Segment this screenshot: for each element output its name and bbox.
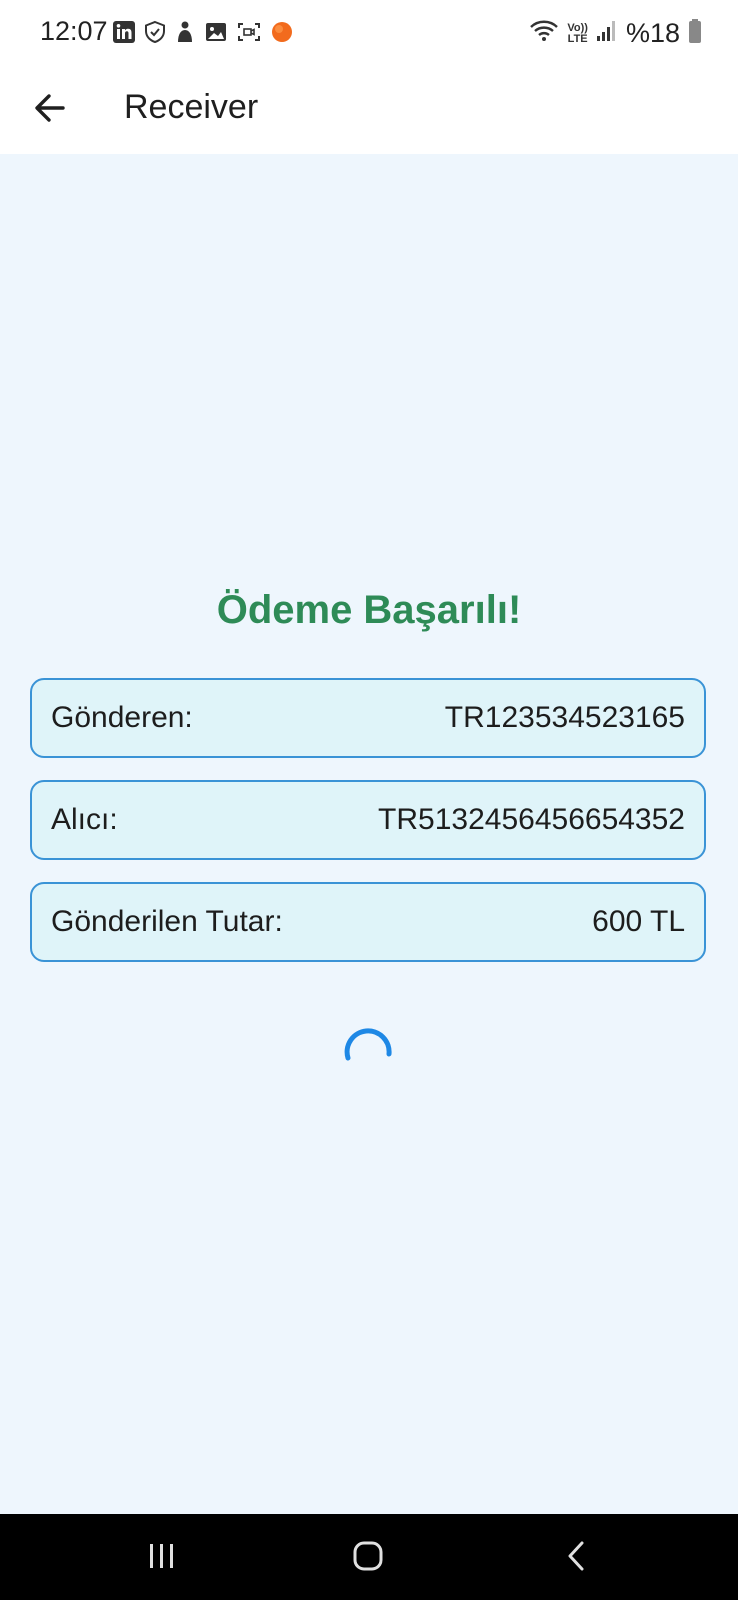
receiver-label: Alıcı:: [51, 803, 118, 836]
sender-row: Gönderen: TR123534523165: [30, 678, 706, 758]
success-title: Ödeme Başarılı!: [216, 588, 522, 632]
shield-icon: [144, 20, 166, 49]
person-icon: [174, 20, 196, 49]
amount-row: Gönderilen Tutar: 600 TL: [30, 882, 706, 962]
status-icons-right: Vo)) LTE %18: [529, 18, 702, 49]
status-bar: 12:07 Vo)) LTE %18: [0, 0, 738, 68]
recents-icon: [147, 1542, 177, 1575]
screen-record-icon: [236, 20, 262, 49]
battery-icon: [688, 18, 702, 49]
volte-top-label: Vo)): [567, 21, 588, 34]
home-button[interactable]: [342, 1532, 394, 1584]
gallery-icon: [204, 20, 228, 49]
page-title: Receiver: [124, 88, 259, 126]
receiver-value: TR5132456456654352: [378, 803, 685, 836]
receiver-row: Alıcı: TR5132456456654352: [30, 780, 706, 860]
arrow-left-icon: [33, 91, 67, 130]
nav-back-button[interactable]: [550, 1532, 602, 1584]
recents-button[interactable]: [136, 1532, 188, 1584]
volte-bottom-label: LTE: [567, 32, 588, 45]
back-chevron-icon: [564, 1540, 588, 1577]
linkedin-icon: [112, 20, 136, 49]
volte-icon: Vo)) LTE: [567, 21, 588, 45]
back-button[interactable]: [26, 86, 74, 134]
signal-icon: [596, 19, 618, 48]
amount-value: 600 TL: [592, 905, 685, 938]
system-nav-bar: [0, 1514, 738, 1600]
app-bar: Receiver: [0, 68, 738, 154]
sender-label: Gönderen:: [51, 701, 193, 734]
notification-dot-icon: [270, 20, 294, 49]
battery-percent: %18: [625, 18, 680, 48]
amount-label: Gönderilen Tutar:: [51, 905, 283, 938]
loading-spinner: [342, 1024, 396, 1078]
status-icons-left: [112, 20, 294, 49]
sender-value: TR123534523165: [444, 701, 685, 734]
main-content: Ödeme Başarılı! Gönderen: TR123534523165…: [0, 154, 738, 1514]
status-time: 12:07: [40, 16, 108, 46]
home-icon: [352, 1540, 384, 1577]
wifi-icon: [529, 18, 559, 49]
